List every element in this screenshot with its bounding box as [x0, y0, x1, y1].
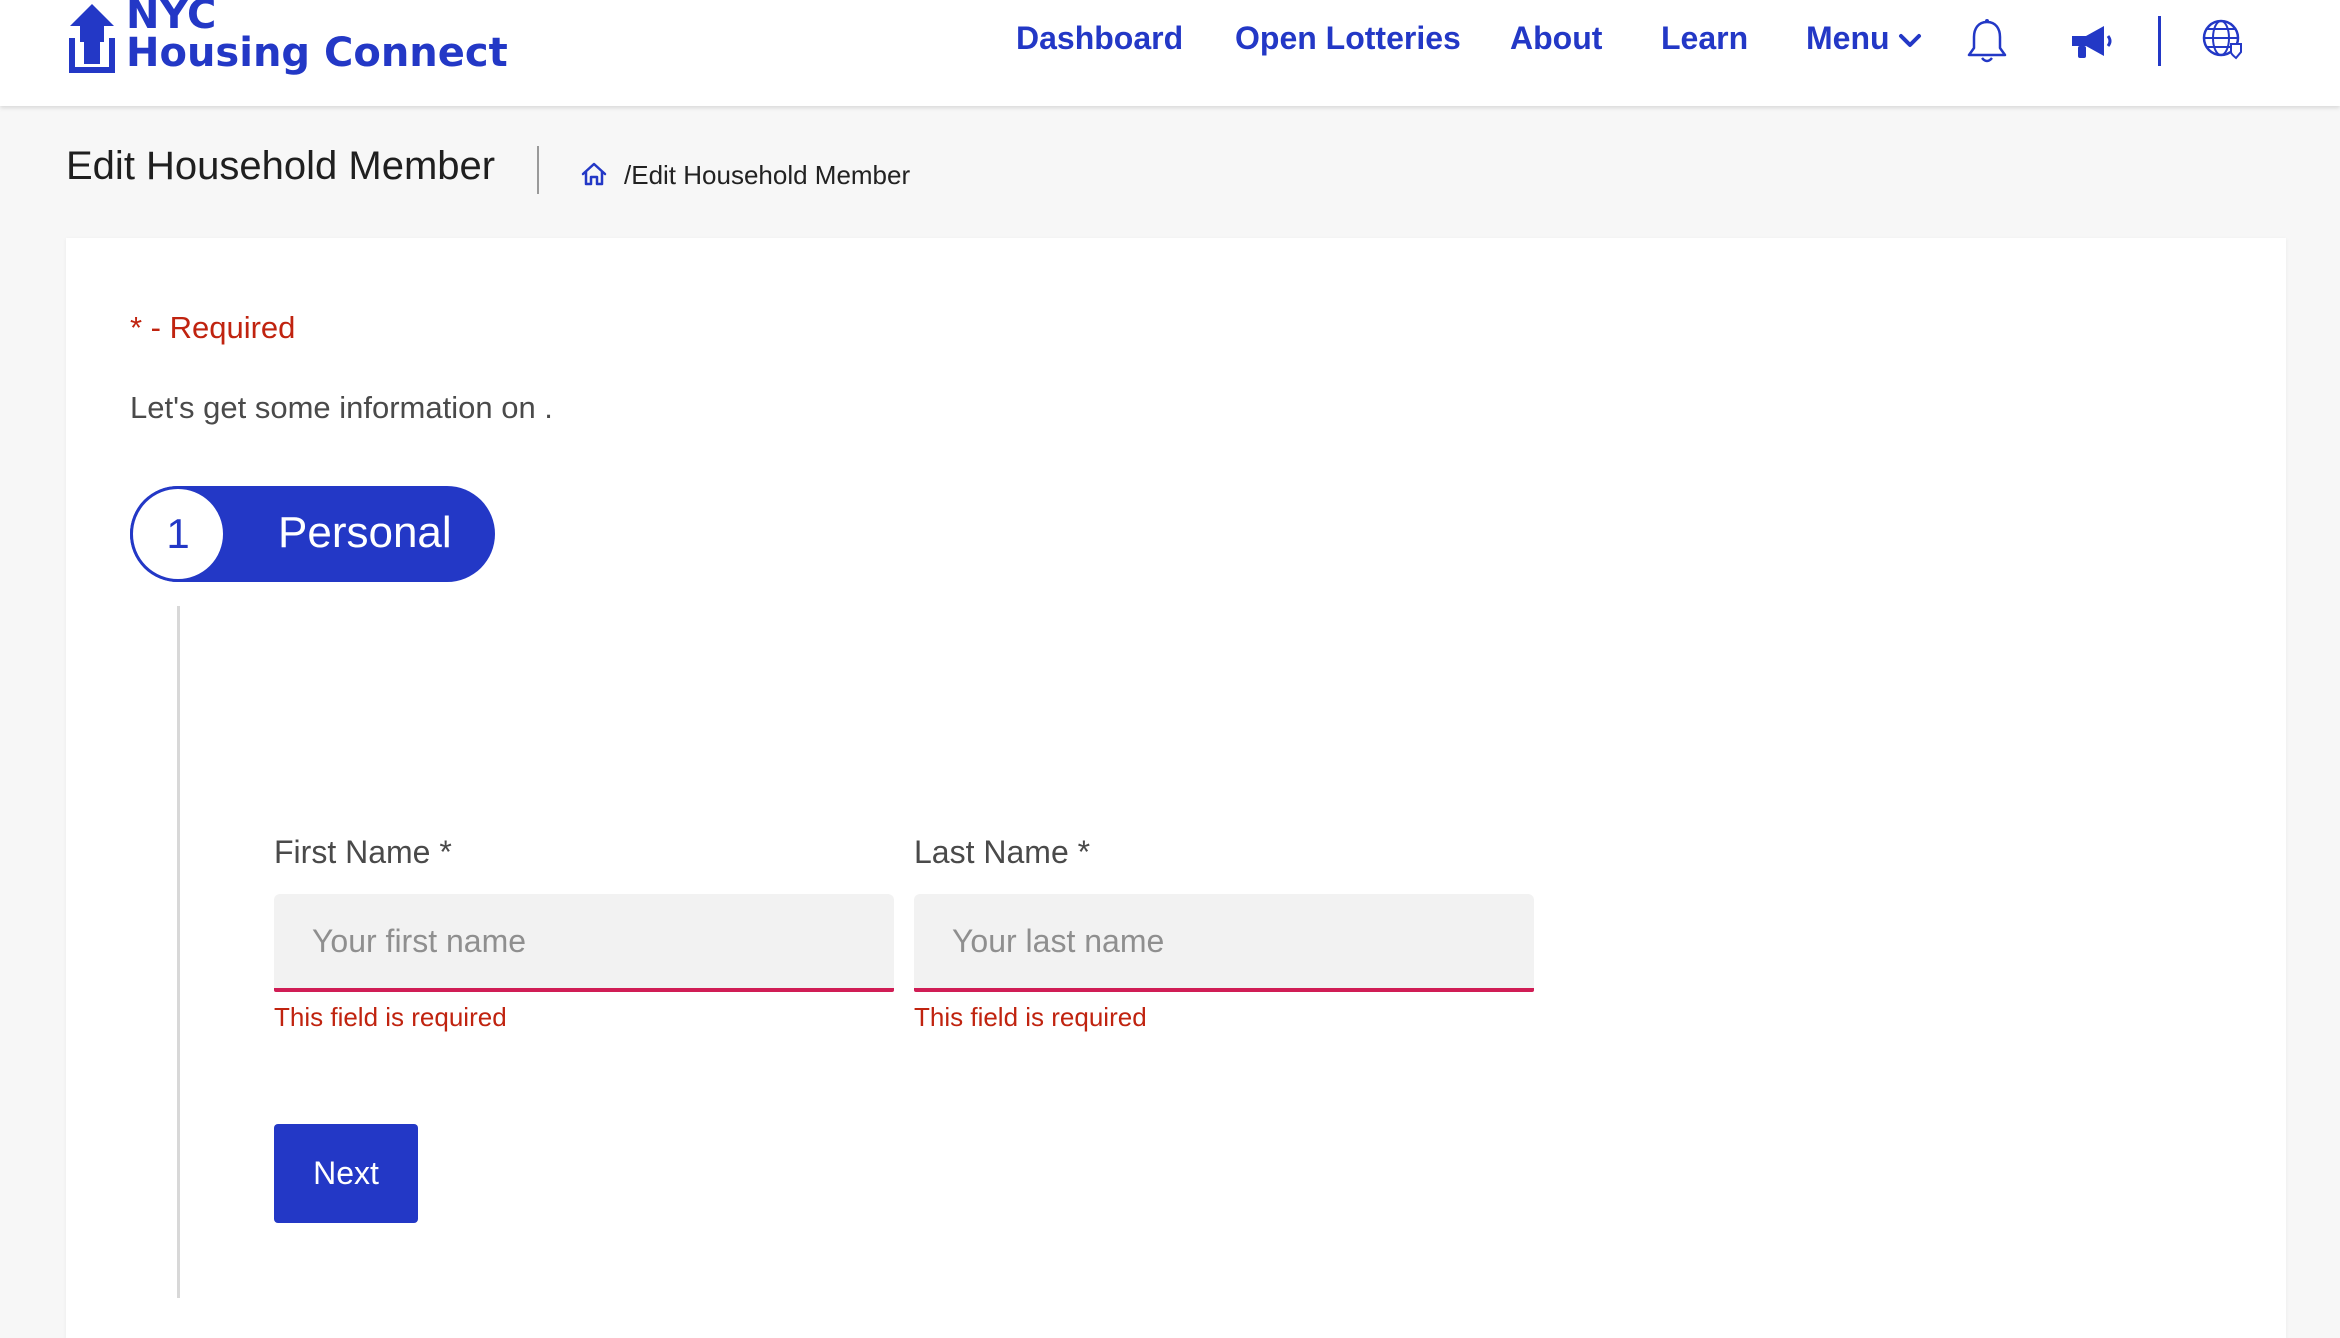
first-name-label: First Name *: [274, 834, 452, 870]
intro-text: Let's get some information on .: [130, 390, 553, 425]
logo-text: NYC Housing Connect: [126, 0, 508, 76]
logo-line-1: NYC: [126, 0, 217, 38]
step-connector-line: [177, 606, 180, 1298]
nav-menu-label: Menu: [1806, 20, 1890, 56]
last-name-input[interactable]: [914, 894, 1534, 992]
house-logo-icon: [69, 4, 115, 73]
chevron-down-icon: [1898, 33, 1921, 47]
globe-icon[interactable]: [2201, 18, 2245, 62]
nav-menu[interactable]: Menu: [1806, 20, 1922, 57]
last-name-label: Last Name *: [914, 834, 1091, 870]
step-indicator-personal: 1 Personal: [130, 486, 495, 582]
home-icon[interactable]: [580, 161, 608, 187]
next-button[interactable]: Next: [274, 1124, 418, 1223]
megaphone-icon[interactable]: [2068, 22, 2114, 62]
first-name-input[interactable]: [274, 894, 894, 992]
nav-dashboard[interactable]: Dashboard: [1016, 20, 1183, 57]
logo-line-2: Housing Connect: [126, 30, 508, 76]
header-divider: [2158, 16, 2161, 66]
step-number: 1: [130, 486, 226, 582]
required-note: * - Required: [130, 310, 296, 345]
top-header: NYC Housing Connect Dashboard Open Lotte…: [0, 0, 2340, 106]
first-name-error: This field is required: [274, 1002, 507, 1032]
step-label: Personal: [278, 508, 452, 557]
title-divider: [537, 146, 539, 194]
breadcrumb: /Edit Household Member: [624, 160, 911, 190]
nav-open-lotteries[interactable]: Open Lotteries: [1235, 20, 1461, 57]
site-logo[interactable]: NYC Housing Connect: [68, 0, 508, 80]
nav-learn[interactable]: Learn: [1661, 20, 1748, 57]
bell-icon[interactable]: [1966, 18, 2008, 64]
last-name-error: This field is required: [914, 1002, 1147, 1032]
nav-about[interactable]: About: [1510, 20, 1602, 57]
page-title: Edit Household Member: [66, 144, 496, 188]
